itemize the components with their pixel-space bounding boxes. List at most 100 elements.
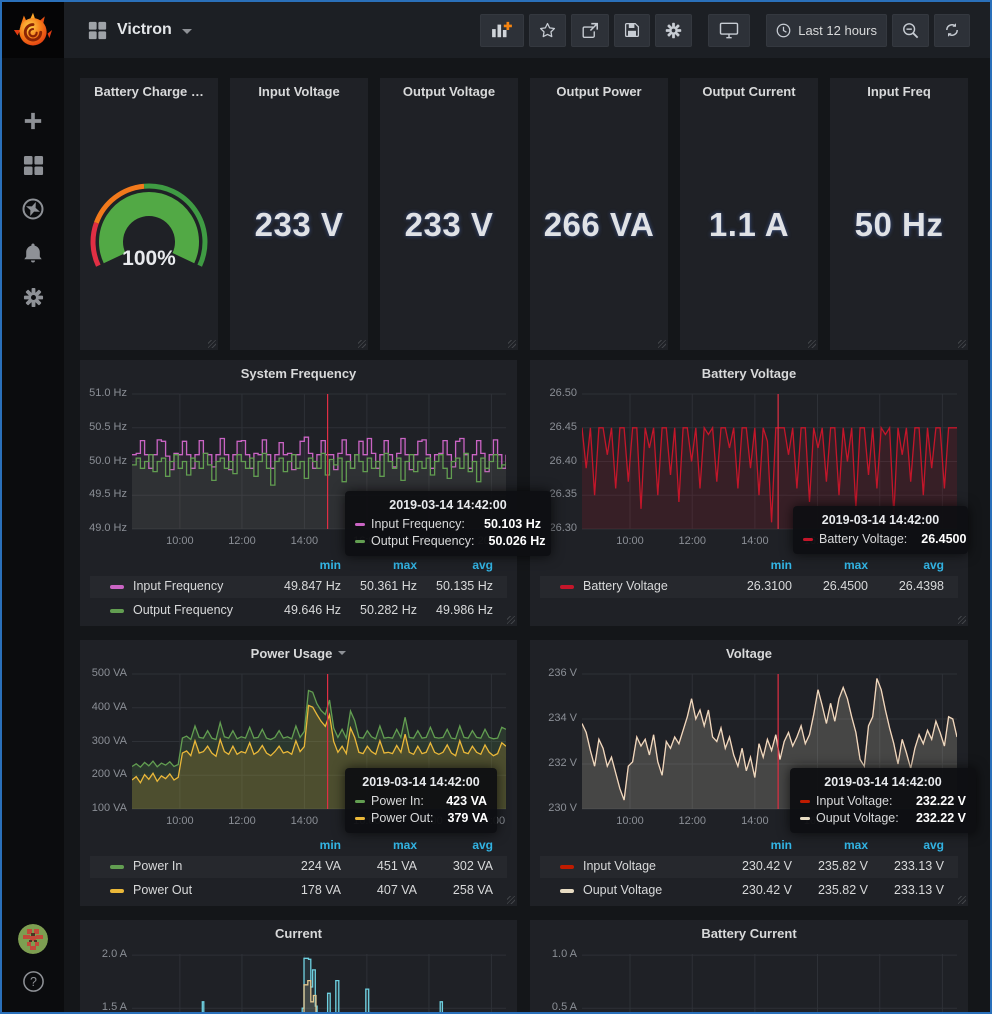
legend-header-avg[interactable]: avg bbox=[413, 838, 493, 852]
y-axis-label: 50.0 Hz bbox=[80, 455, 127, 467]
y-axis-label: 400 VA bbox=[80, 701, 127, 713]
legend-header-max[interactable]: max bbox=[788, 838, 868, 852]
legend-value-max: 451 VA bbox=[337, 859, 417, 873]
save-icon bbox=[624, 22, 640, 38]
legend-series-name[interactable]: Ouput Voltage bbox=[583, 883, 662, 897]
stat-value: 233 V bbox=[230, 206, 368, 244]
legend-header-max[interactable]: max bbox=[337, 838, 417, 852]
panel-menu-caret bbox=[338, 651, 346, 655]
panel-output-current: Output Current 1.1 A bbox=[680, 78, 818, 350]
share-dashboard-button[interactable] bbox=[571, 14, 609, 47]
chart-legend: minmaxavgPower In224 VA451 VA302 VAPower… bbox=[80, 836, 517, 906]
share-icon bbox=[581, 22, 599, 39]
tooltip-series-value: 423 VA bbox=[432, 794, 487, 808]
panel-title[interactable]: Output Current bbox=[680, 78, 818, 104]
stat-value: 266 VA bbox=[530, 206, 668, 244]
time-range-picker[interactable]: Last 12 hours bbox=[766, 14, 887, 47]
sidebar-item-create[interactable] bbox=[2, 104, 64, 138]
legend-value-min: 26.3100 bbox=[712, 579, 792, 593]
legend-value-min: 49.847 Hz bbox=[261, 579, 341, 593]
clock-icon bbox=[776, 23, 791, 38]
legend-value-avg: 49.986 Hz bbox=[413, 603, 493, 617]
panel-battery-current: Battery Current 1.0 A0.5 A10:0012:0014:0… bbox=[530, 920, 968, 1012]
legend-value-avg: 258 VA bbox=[413, 883, 493, 897]
y-axis-label: 50.5 Hz bbox=[80, 421, 127, 433]
legend-value-min: 230.42 V bbox=[712, 859, 792, 873]
grafana-logo[interactable] bbox=[2, 2, 64, 58]
legend-series-name[interactable]: Output Frequency bbox=[133, 603, 233, 617]
panel-title[interactable]: Output Power bbox=[530, 78, 668, 104]
tooltip-series-value: 50.026 Hz bbox=[475, 534, 546, 548]
dashboard-settings-button[interactable] bbox=[655, 14, 692, 47]
panel-title[interactable]: System Frequency bbox=[80, 360, 517, 386]
legend-header-avg[interactable]: avg bbox=[413, 558, 493, 572]
tooltip-timestamp: 2019-03-14 14:42:00 bbox=[800, 775, 966, 789]
tooltip-series-value: 26.4500 bbox=[907, 532, 966, 546]
panel-title[interactable]: Battery Charge … bbox=[80, 78, 218, 104]
legend-header-avg[interactable]: avg bbox=[864, 558, 944, 572]
legend-header-avg[interactable]: avg bbox=[864, 838, 944, 852]
legend-value-avg: 233.13 V bbox=[864, 859, 944, 873]
legend-series-name[interactable]: Power In bbox=[133, 859, 182, 873]
panel-title[interactable]: Output Voltage bbox=[380, 78, 518, 104]
stat-value: 1.1 A bbox=[680, 206, 818, 244]
panel-title[interactable]: Battery Voltage bbox=[530, 360, 968, 386]
sidebar-item-explore[interactable] bbox=[2, 192, 64, 226]
sidebar-item-help[interactable]: ? bbox=[2, 964, 64, 998]
tooltip-series-label: Input Frequency: bbox=[371, 517, 465, 531]
y-axis-label: 51.0 Hz bbox=[80, 387, 127, 399]
add-panel-icon bbox=[491, 21, 513, 39]
panel-title[interactable]: Power Usage bbox=[80, 640, 517, 666]
legend-value-max: 407 VA bbox=[337, 883, 417, 897]
legend-header-max[interactable]: max bbox=[337, 558, 417, 572]
y-axis-label: 234 V bbox=[530, 712, 577, 724]
navbar: Victron bbox=[64, 2, 990, 58]
legend-header-max[interactable]: max bbox=[788, 558, 868, 572]
legend-series-name[interactable]: Input Voltage bbox=[583, 859, 656, 873]
dashboard-picker[interactable]: Victron bbox=[88, 21, 192, 40]
legend-row: Power In224 VA451 VA302 VA bbox=[90, 856, 507, 878]
add-panel-button[interactable] bbox=[480, 14, 524, 47]
legend-header-min[interactable]: min bbox=[712, 558, 792, 572]
legend-swatch-icon bbox=[560, 865, 574, 869]
sidebar-item-alerting[interactable] bbox=[2, 236, 64, 270]
star-dashboard-button[interactable] bbox=[529, 14, 566, 47]
panel-title[interactable]: Input Freq bbox=[830, 78, 968, 104]
tooltip-series-label: Battery Voltage: bbox=[819, 532, 907, 546]
sidebar-item-configuration[interactable] bbox=[2, 280, 64, 314]
legend-series-name[interactable]: Power Out bbox=[133, 883, 192, 897]
plus-icon bbox=[23, 111, 43, 131]
panel-title[interactable]: Battery Current bbox=[530, 920, 968, 946]
save-dashboard-button[interactable] bbox=[614, 14, 650, 47]
tooltip-series-value: 50.103 Hz bbox=[470, 517, 541, 531]
legend-value-max: 235.82 V bbox=[788, 859, 868, 873]
sidebar-item-dashboards[interactable] bbox=[2, 148, 64, 182]
x-axis-label: 14:00 bbox=[280, 535, 328, 547]
legend-series-name[interactable]: Battery Voltage bbox=[583, 579, 668, 593]
panel-current: Current 2.0 A1.5 A10:0012:0014:0016:0018… bbox=[80, 920, 517, 1012]
refresh-button[interactable] bbox=[934, 14, 970, 47]
panel-title[interactable]: Current bbox=[80, 920, 517, 946]
y-axis-label: 200 VA bbox=[80, 768, 127, 780]
tooltip-swatch-icon bbox=[355, 523, 365, 526]
legend-row: Battery Voltage26.310026.450026.4398 bbox=[540, 576, 958, 598]
y-axis-label: 232 V bbox=[530, 757, 577, 769]
user-avatar[interactable] bbox=[2, 922, 64, 956]
panel-title[interactable]: Voltage bbox=[530, 640, 968, 666]
y-axis-label: 2.0 A bbox=[80, 948, 127, 960]
legend-header-min[interactable]: min bbox=[261, 558, 341, 572]
tooltip-series-value: 232.22 V bbox=[902, 811, 966, 825]
tooltip-timestamp: 2019-03-14 14:42:00 bbox=[803, 513, 958, 527]
grafana-window: { "navbar": { "dashboard_title": "Victro… bbox=[0, 0, 992, 1014]
panel-title[interactable]: Input Voltage bbox=[230, 78, 368, 104]
panel-input-voltage: Input Voltage 233 V bbox=[230, 78, 368, 350]
legend-header-min[interactable]: min bbox=[712, 838, 792, 852]
tooltip-series-label: Power In: bbox=[371, 794, 424, 808]
zoom-out-button[interactable] bbox=[892, 14, 929, 47]
cycle-view-button[interactable] bbox=[708, 14, 750, 47]
y-axis-label: 49.0 Hz bbox=[80, 522, 127, 534]
legend-series-name[interactable]: Input Frequency bbox=[133, 579, 223, 593]
chart-legend: minmaxavg Input Voltage 230.42 V235.82 V23… bbox=[530, 836, 968, 906]
legend-header-min[interactable]: min bbox=[261, 838, 341, 852]
panel-power-usage: Power Usage 500 VA400 VA300 VA200 VA100 … bbox=[80, 640, 517, 906]
